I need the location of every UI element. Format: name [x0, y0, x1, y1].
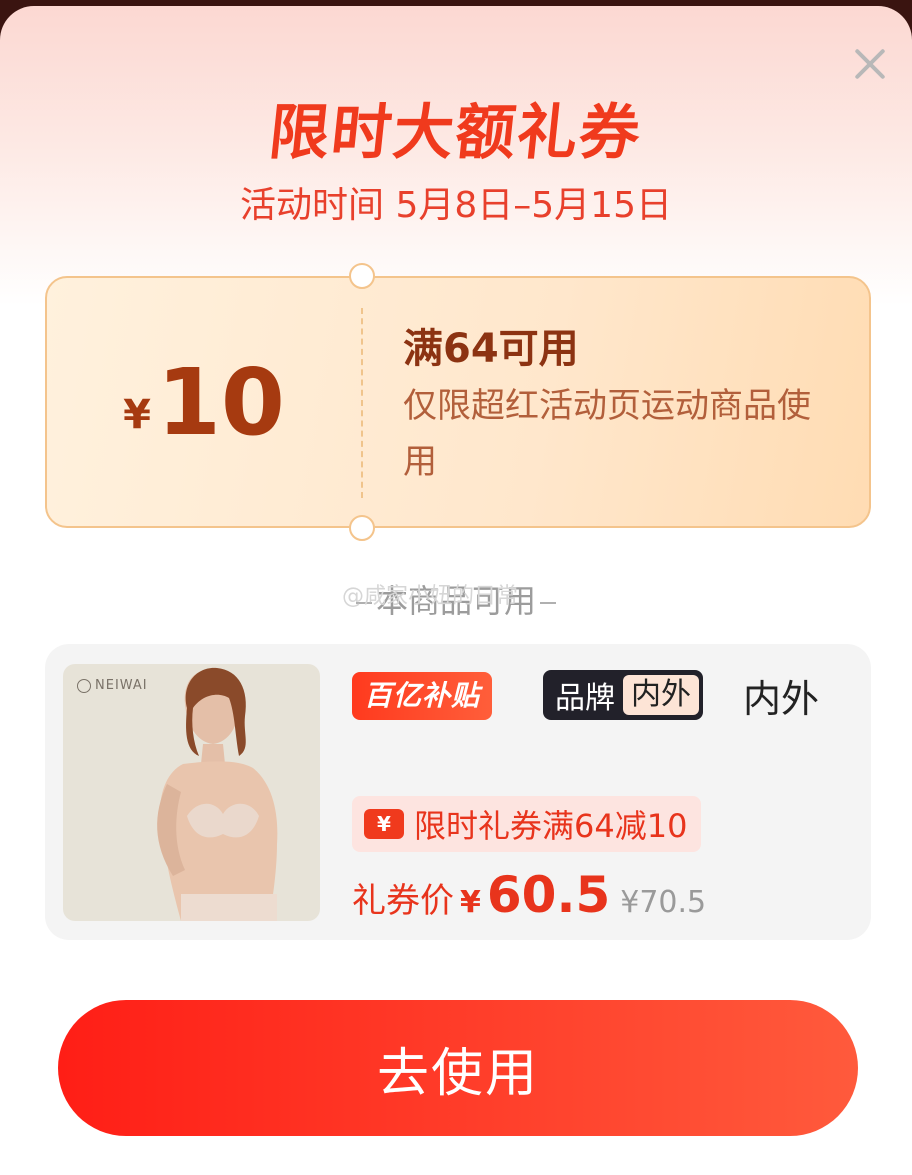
coupon-price: 60.5 — [486, 866, 611, 924]
brand-tag-label: 品牌 — [555, 681, 615, 716]
modal-title: 限时大额礼券 — [265, 98, 646, 168]
promo-text: 限时礼券满64减10 — [414, 807, 688, 845]
coupon-divider — [361, 308, 363, 498]
promo-tag: ¥ 限时礼券满64减10 — [352, 796, 702, 852]
close-icon[interactable] — [848, 42, 892, 86]
coupon-modal: 限时大额礼券 活动时间 5月8日–5月15日 ¥ 10 满64可用 仅限超红活动… — [0, 6, 912, 1175]
coupon-icon: ¥ — [364, 809, 404, 839]
coupon-condition: 满64可用 — [403, 326, 579, 372]
price-row: 礼券价 ¥ 60.5 ¥70.5 — [352, 866, 706, 924]
coupon-card: ¥ 10 满64可用 仅限超红活动页运动商品使用 — [45, 263, 871, 541]
label-dash-right — [540, 602, 556, 604]
coupon-currency: ¥ — [123, 392, 151, 438]
original-price: ¥70.5 — [620, 885, 707, 920]
coupon-value: 10 — [156, 348, 285, 456]
product-name[interactable]: 内外 — [743, 668, 819, 723]
price-currency: ¥ — [460, 885, 481, 920]
model-photo — [157, 667, 278, 921]
activity-time: 活动时间 5月8日–5月15日 — [240, 185, 672, 226]
product-image[interactable]: NEIWAI — [63, 664, 320, 921]
price-label: 礼券价 — [352, 881, 454, 921]
use-coupon-button[interactable]: 去使用 — [58, 1000, 858, 1136]
brand-tag: 品牌 内外 — [543, 670, 703, 720]
coupon-description: 仅限超红活动页运动商品使用 — [403, 386, 811, 482]
watermark: @咸家小妞的日常 — [342, 584, 519, 609]
coupon-amount: ¥ 10 — [47, 278, 361, 526]
subsidy-tag: 百亿补贴 — [352, 672, 493, 720]
product-card[interactable]: NEIWAI 百亿补贴 品牌 内外 内外 ¥ 限时礼券满64减10 礼券价 ¥ — [45, 644, 871, 940]
brand-tag-name: 内外 — [623, 675, 699, 715]
